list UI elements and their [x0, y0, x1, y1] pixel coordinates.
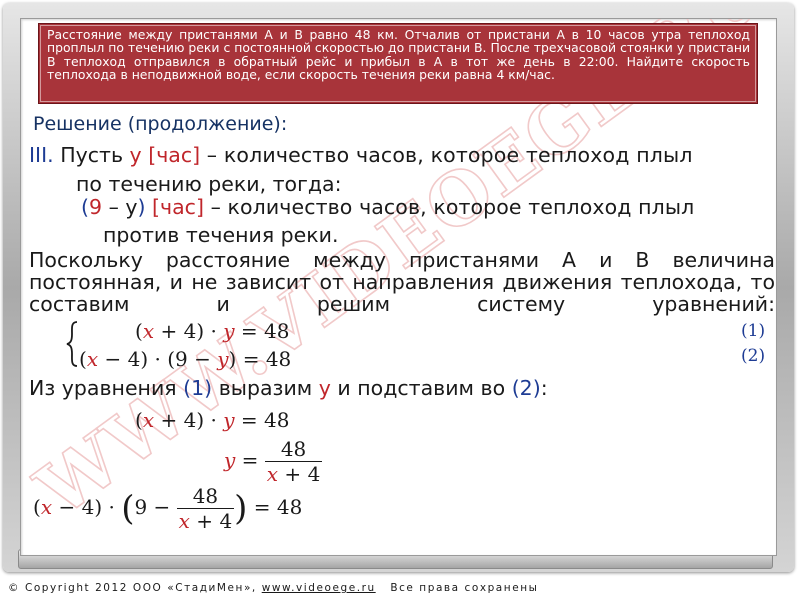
copyright-text: © Copyright 2012 ООО «СтадиМен»,	[8, 582, 262, 594]
minus-sign: –	[102, 195, 126, 219]
express-text-b: выразим	[212, 376, 319, 400]
ref-eq2: (2)	[511, 376, 541, 400]
express-text-a: Из уравнения	[29, 376, 184, 400]
step-text-b: – количество часов, которое теплоход плы…	[200, 143, 693, 167]
y-value: y	[125, 195, 138, 219]
step-number: III.	[29, 143, 54, 167]
equation-2: (x − 4) · (9 − y) = 48	[79, 347, 292, 371]
paren-open: (	[81, 195, 89, 219]
equation-substituted: (x − 4) · (9 − 48 x + 4 ) = 48	[33, 484, 303, 533]
step-line-3: (9 – y) [час] – количество часов, которо…	[81, 195, 694, 219]
variable-y-hours: y [час]	[129, 143, 201, 167]
step-line-1: III. Пусть y [час] – количество часов, к…	[29, 143, 775, 167]
fraction-substituted: 48 x + 4	[176, 484, 235, 533]
problem-text: Расстояние между пристанями А и В равно …	[47, 27, 750, 83]
step-text-c: – количество часов, которое теплоход плы…	[203, 195, 695, 219]
unit-hours: [час]	[145, 195, 204, 219]
site-link[interactable]: www.videoege.ru	[262, 582, 376, 594]
nine-value: 9	[89, 195, 103, 219]
step-line-4: против течения реки.	[103, 223, 339, 247]
step-line-2: по течению реки, тогда:	[76, 172, 342, 196]
paragraph-reasoning: Поскольку расстояние между пристанями А …	[29, 248, 775, 316]
equation-number-2: (2)	[741, 346, 766, 366]
step-text-a: Пусть	[60, 143, 130, 167]
ref-y: y	[318, 376, 331, 400]
fraction-48-over-x-plus-4: 48 x + 4	[264, 437, 323, 486]
problem-statement: Расстояние между пристанями А и В равно …	[38, 23, 758, 104]
equation-y-expressed: y = 48 x + 4	[224, 437, 323, 486]
express-text-d: :	[540, 376, 548, 400]
ref-eq1: (1)	[183, 376, 213, 400]
system-brace	[66, 321, 78, 367]
equation-1: (x + 4) · y = 48	[135, 319, 290, 343]
solution-heading: Решение (продолжение):	[33, 113, 288, 135]
equation-repeat-1: (x + 4) · y = 48	[135, 408, 290, 432]
equation-number-1: (1)	[741, 321, 766, 341]
express-text-c: и подставим во	[330, 376, 512, 400]
copyright-footer: © Copyright 2012 ООО «СтадиМен», www.vid…	[8, 582, 538, 594]
rights-text: Все права сохранены	[375, 582, 539, 594]
whiteboard-surface: WWW.VIDEOEGE.RU Расстояние между пристан…	[20, 18, 777, 556]
express-instruction: Из уравнения (1) выразим y и подставим в…	[29, 376, 548, 400]
